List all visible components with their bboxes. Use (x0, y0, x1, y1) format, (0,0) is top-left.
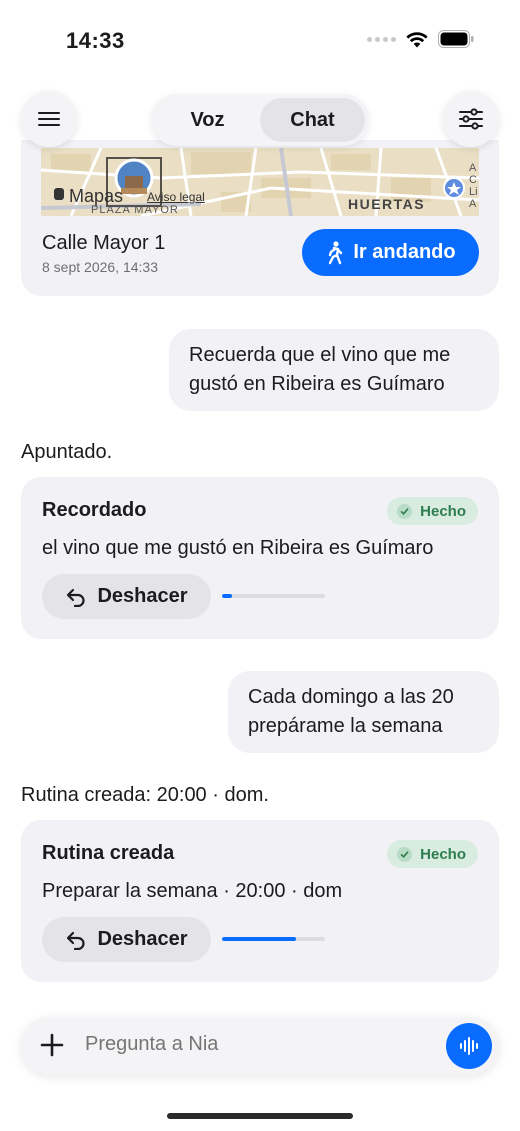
undo-countdown-bar (222, 937, 325, 941)
sliders-icon (459, 108, 483, 130)
mode-switcher: Voz Chat (151, 94, 369, 146)
undo-button[interactable]: Deshacer (42, 574, 211, 619)
battery-icon (438, 30, 474, 48)
undo-button[interactable]: Deshacer (42, 917, 211, 962)
routine-action-card: Rutina creada Hecho Preparar la semana ·… (21, 820, 499, 982)
check-icon (397, 503, 413, 519)
status-icons (367, 30, 474, 48)
map-preview[interactable]: Mapas Aviso legal PLAZA MAYOR HUERTAS A … (41, 148, 479, 216)
user-message: Recuerda que el vino que me gustó en Rib… (169, 329, 499, 411)
home-indicator (167, 1113, 353, 1119)
composer (21, 1017, 499, 1075)
card-body: Preparar la semana · 20:00 · dom (42, 880, 343, 902)
card-title: Rutina creada (42, 842, 175, 864)
tab-chat[interactable]: Chat (260, 98, 365, 142)
undo-countdown-bar (222, 594, 325, 598)
place-date: 8 sept 2026, 14:33 (42, 259, 158, 275)
waveform-icon (460, 1037, 478, 1055)
card-title: Recordado (42, 499, 147, 521)
status-badge: Hecho (387, 840, 478, 868)
plus-icon[interactable] (39, 1032, 65, 1058)
location-card: Mapas Aviso legal PLAZA MAYOR HUERTAS A … (21, 140, 499, 296)
walk-button-label: Ir andando (353, 241, 456, 263)
status-time: 14:33 (66, 28, 125, 53)
user-message: Cada domingo a las 20 prepárame la seman… (228, 671, 499, 753)
cellular-signal-icon (367, 36, 396, 42)
undo-countdown-fill (222, 937, 297, 941)
message-input[interactable] (85, 1033, 415, 1056)
hamburger-icon (38, 112, 60, 126)
menu-button[interactable] (21, 91, 77, 147)
check-icon (397, 846, 413, 862)
chat-thread[interactable]: Mapas Aviso legal PLAZA MAYOR HUERTAS A … (0, 140, 520, 1020)
status-bar: 14:33 (0, 0, 520, 80)
user-message-text: Recuerda que el vino que me gustó en Rib… (189, 344, 451, 395)
walking-icon (329, 240, 343, 264)
undo-button-label: Deshacer (97, 585, 188, 607)
map-label-edge: A C Li A (469, 162, 478, 210)
status-badge: Hecho (387, 497, 478, 525)
status-badge-label: Hecho (420, 502, 466, 520)
undo-button-label: Deshacer (97, 928, 188, 950)
user-message-text: Cada domingo a las 20 prepárame la seman… (248, 686, 454, 737)
undo-countdown-fill (222, 594, 233, 598)
map-legal-link[interactable]: Aviso legal (147, 190, 205, 204)
map-label-area: HUERTAS (348, 196, 426, 212)
tab-voz[interactable]: Voz (155, 98, 260, 142)
settings-button[interactable] (443, 91, 499, 147)
memory-action-card: Recordado Hecho el vino que me gustó en … (21, 477, 499, 639)
assistant-message: Apuntado. (21, 441, 113, 463)
place-title: Calle Mayor 1 (42, 232, 166, 254)
wifi-icon (406, 31, 428, 47)
undo-icon (67, 588, 85, 607)
undo-icon (67, 931, 85, 950)
voice-input-button[interactable] (446, 1023, 492, 1069)
assistant-message: Rutina creada: 20:00 · dom. (21, 784, 269, 806)
card-body: el vino que me gustó en Ribeira es Guíma… (42, 537, 434, 559)
map-label-district: PLAZA MAYOR (91, 204, 179, 216)
walk-directions-button[interactable]: Ir andando (302, 229, 479, 276)
status-badge-label: Hecho (420, 845, 466, 863)
